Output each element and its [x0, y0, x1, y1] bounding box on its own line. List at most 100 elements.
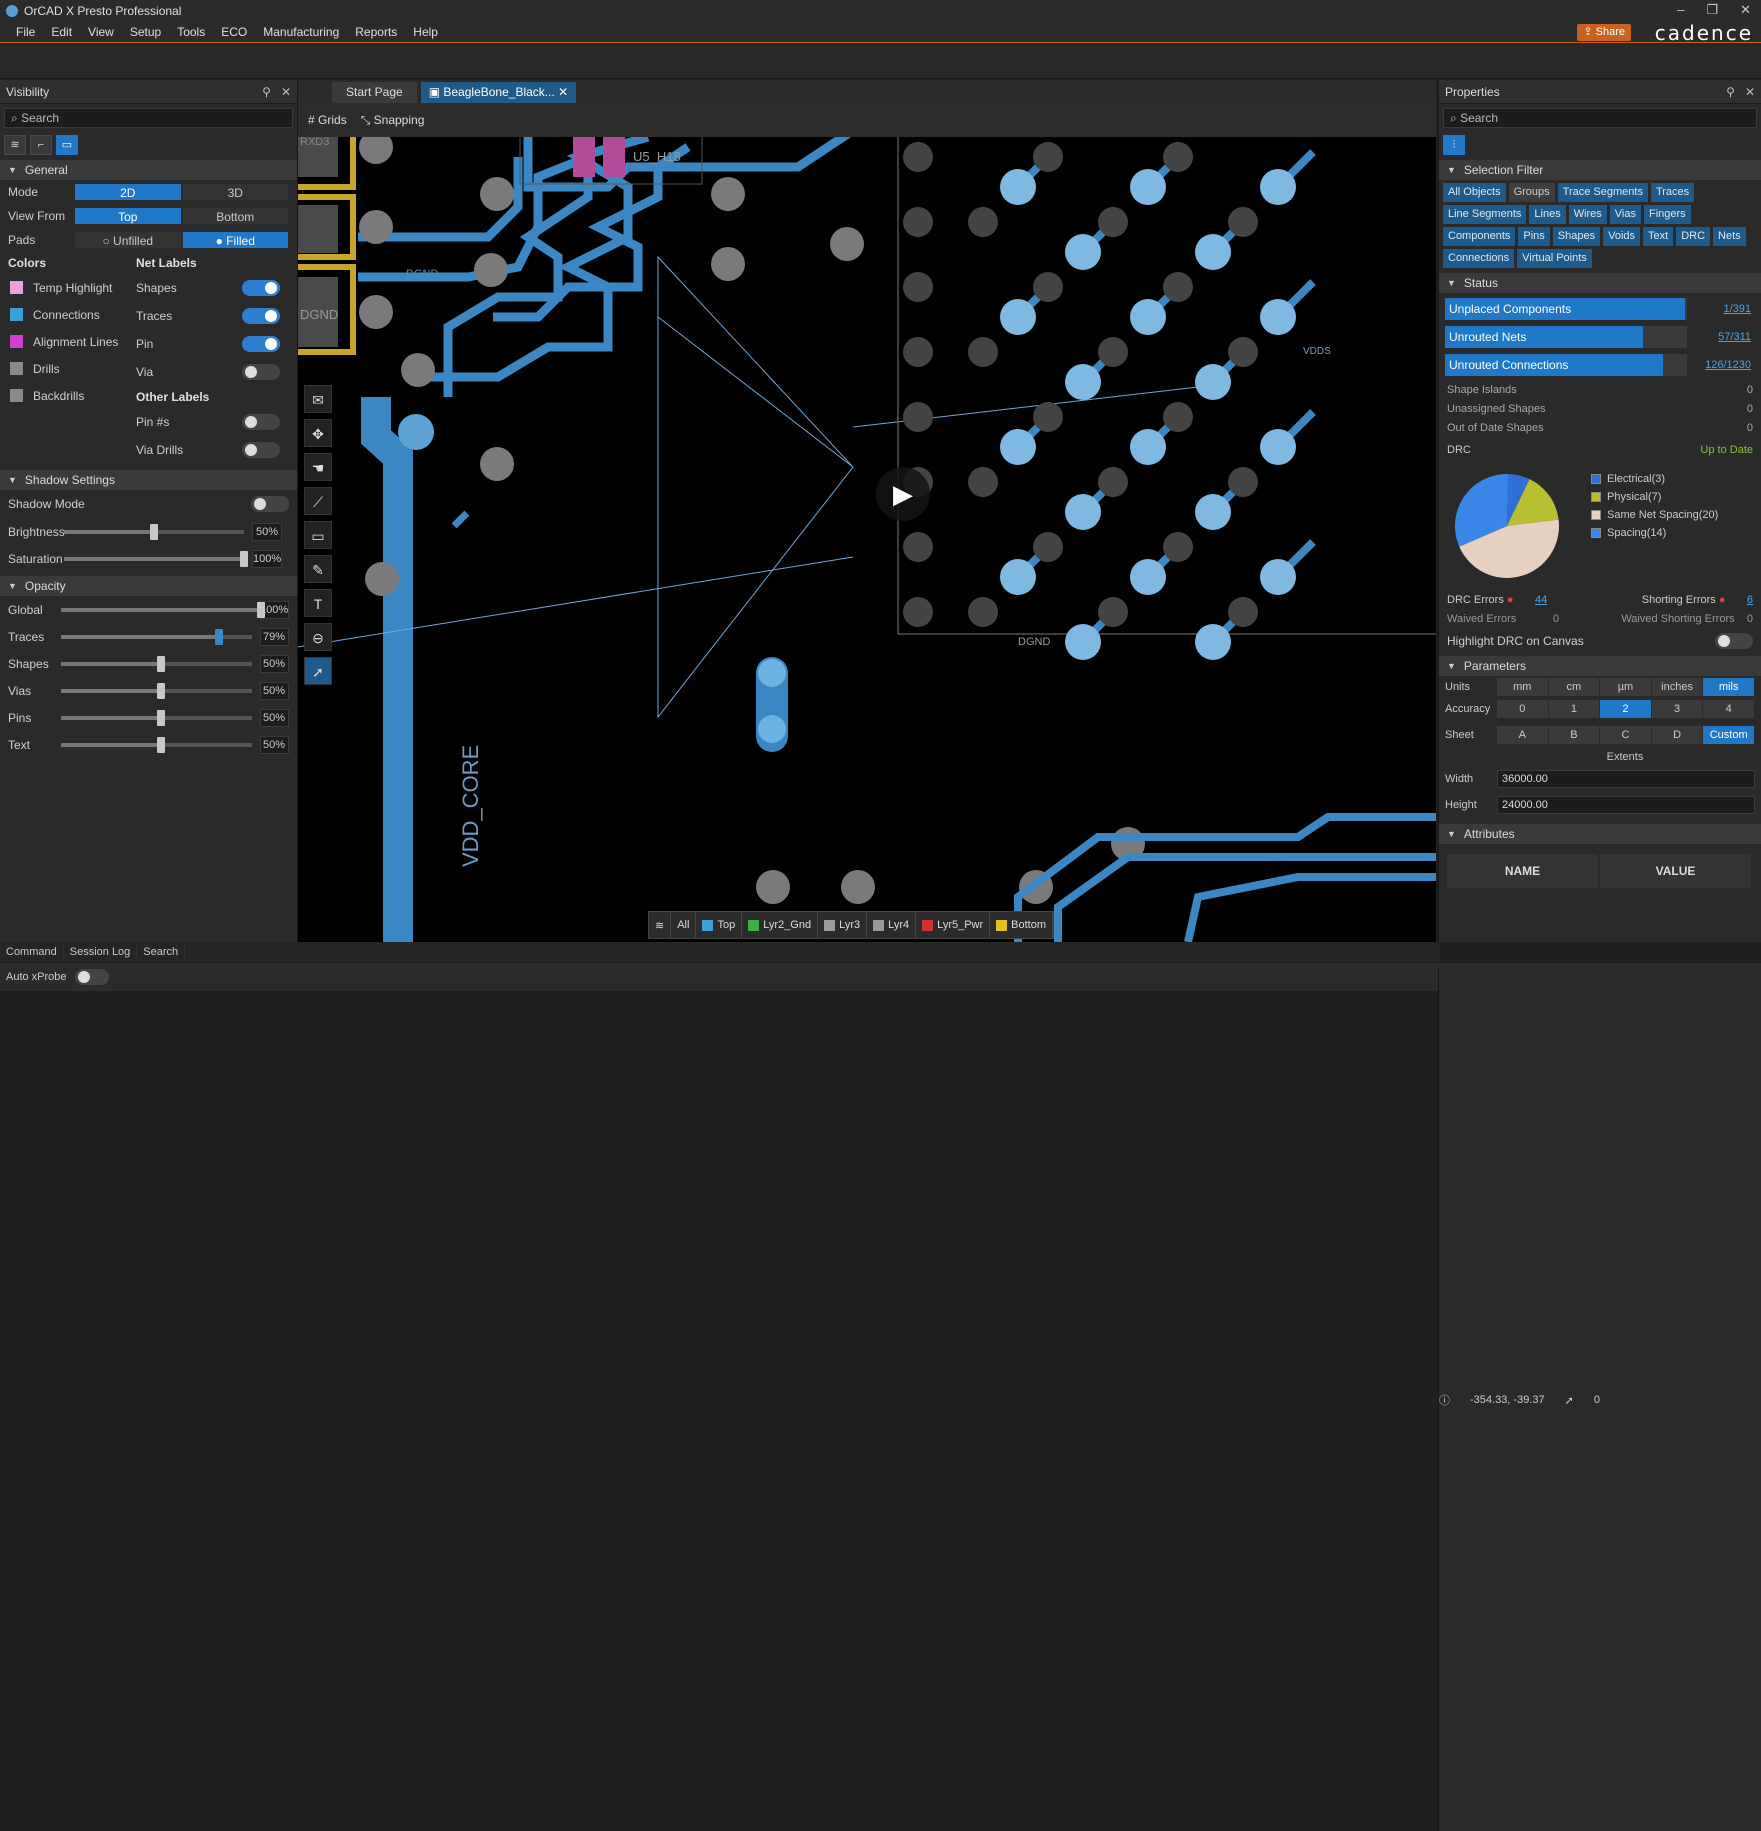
slider-value[interactable]: 50%	[252, 522, 282, 541]
text-tool-icon[interactable]: T	[304, 589, 332, 617]
slider-thumb[interactable]	[215, 628, 224, 645]
slider-thumb[interactable]	[157, 682, 166, 699]
layers-icon[interactable]: ≋	[4, 135, 26, 155]
layer-lyr4[interactable]: Lyr4	[867, 912, 917, 938]
filter-pins[interactable]: Pins	[1518, 227, 1550, 246]
pin-icon[interactable]: ⚲	[262, 85, 271, 99]
color-item[interactable]: Connections	[8, 301, 136, 328]
layer-lyr3[interactable]: Lyr3	[818, 912, 868, 938]
slider-thumb[interactable]	[157, 655, 166, 672]
share-button[interactable]: ⇪ Share	[1577, 24, 1631, 41]
other-label-toggle[interactable]	[242, 442, 280, 458]
status-section-header[interactable]: ▼ Status	[1439, 273, 1761, 293]
option-b[interactable]: B	[1548, 726, 1600, 744]
color-item[interactable]: Alignment Lines	[8, 328, 136, 355]
shadow-section-header[interactable]: ▼ Shadow Settings	[0, 470, 297, 490]
option-bottom[interactable]: Bottom	[181, 207, 289, 225]
width-input[interactable]: 36000.00	[1497, 770, 1755, 788]
selection-filter-header[interactable]: ▼ Selection Filter	[1439, 160, 1761, 180]
slider-track[interactable]	[61, 655, 253, 672]
menu-item-tools[interactable]: Tools	[169, 25, 213, 39]
slider-thumb[interactable]	[157, 736, 166, 753]
menu-item-eco[interactable]: ECO	[213, 25, 255, 39]
filter-line-segments[interactable]: Line Segments	[1443, 205, 1527, 224]
filter-shapes[interactable]: Shapes	[1552, 227, 1601, 246]
filter-settings-icon[interactable]: ⫶	[1443, 135, 1465, 155]
close-window-icon[interactable]: ✕	[1740, 2, 1751, 18]
filter-drc[interactable]: DRC	[1676, 227, 1711, 246]
option-4[interactable]: 4	[1703, 700, 1754, 718]
menu-item-edit[interactable]: Edit	[43, 25, 80, 39]
close-tab-icon[interactable]: ✕	[555, 85, 568, 99]
info-icon[interactable]: ⓘ	[1439, 1392, 1450, 1408]
filter-lines[interactable]: Lines	[1529, 205, 1566, 224]
highlight-drc-toggle[interactable]	[1715, 633, 1753, 649]
slider-track[interactable]	[61, 682, 253, 699]
edit-icon[interactable]: ✎	[304, 555, 332, 583]
close-panel-icon[interactable]: ✕	[1745, 85, 1755, 99]
parameters-section-header[interactable]: ▼ Parameters	[1439, 656, 1761, 676]
option-2[interactable]: 2	[1600, 700, 1651, 718]
status-link[interactable]: 1/391	[1687, 303, 1755, 315]
menu-item-manufacturing[interactable]: Manufacturing	[255, 25, 347, 39]
option-a[interactable]: A	[1497, 726, 1548, 744]
radio-filled[interactable]: ● Filled	[181, 231, 289, 249]
slider-value[interactable]: 50%	[260, 708, 289, 727]
menu-item-view[interactable]: View	[80, 25, 122, 39]
filter-virtual-points[interactable]: Virtual Points	[1517, 249, 1592, 268]
net-label-toggle[interactable]	[242, 308, 280, 324]
layer-lyr2_gnd[interactable]: Lyr2_Gnd	[742, 912, 819, 938]
attributes-section-header[interactable]: ▼ Attributes	[1439, 824, 1761, 844]
bottom-tab-search[interactable]: Search	[137, 946, 186, 958]
filter-trace-segments[interactable]: Trace Segments	[1557, 183, 1648, 202]
height-input[interactable]: 24000.00	[1497, 796, 1755, 814]
option-mils[interactable]: mils	[1703, 678, 1754, 696]
slider-track[interactable]	[64, 523, 244, 540]
filter-voids[interactable]: Voids	[1603, 227, 1641, 246]
move-icon[interactable]: ✥	[304, 419, 332, 447]
zoom-icon[interactable]: ⊖	[304, 623, 332, 651]
option-inches[interactable]: inches	[1651, 678, 1703, 696]
option-3d[interactable]: 3D	[181, 183, 289, 201]
drc-errors-link[interactable]: 44	[1535, 594, 1547, 606]
slider-thumb[interactable]	[257, 601, 266, 618]
layers-stack-icon[interactable]: ≋	[649, 912, 672, 938]
slider-value[interactable]: 50%	[260, 681, 289, 700]
other-label-toggle[interactable]	[242, 414, 280, 430]
layer-bottom[interactable]: Bottom	[990, 912, 1054, 938]
menu-item-reports[interactable]: Reports	[347, 25, 405, 39]
pcb-canvas[interactable]: U5_H18 RXD3 DGND DGND DGND VDD_CORE VDDS	[298, 137, 1436, 942]
place-icon[interactable]: ▭	[304, 521, 332, 549]
color-swatch[interactable]	[10, 335, 23, 348]
hand-icon[interactable]: ☚	[304, 453, 332, 481]
filter-text[interactable]: Text	[1643, 227, 1674, 246]
option-1[interactable]: 1	[1548, 700, 1600, 718]
shadow-mode-toggle[interactable]	[251, 496, 289, 512]
shorting-errors-link[interactable]: 6	[1747, 594, 1753, 606]
layer-lyr5_pwr[interactable]: Lyr5_Pwr	[916, 912, 991, 938]
layer-all[interactable]: All	[671, 912, 697, 938]
slider-value[interactable]: 79%	[260, 627, 289, 646]
slider-thumb[interactable]	[240, 550, 248, 567]
option-custom[interactable]: Custom	[1703, 726, 1754, 744]
tab-start-page[interactable]: Start Page	[332, 82, 417, 103]
menu-item-help[interactable]: Help	[405, 25, 446, 39]
filter-all-objects[interactable]: All Objects	[1443, 183, 1506, 202]
menu-item-setup[interactable]: Setup	[122, 25, 169, 39]
route-icon[interactable]: ⌐	[30, 135, 52, 155]
color-swatch[interactable]	[10, 281, 23, 294]
menu-item-file[interactable]: File	[8, 25, 43, 39]
comment-icon[interactable]: ✉	[304, 385, 332, 413]
filter-wires[interactable]: Wires	[1568, 205, 1607, 224]
option-0[interactable]: 0	[1497, 700, 1548, 718]
route-tool-icon[interactable]: ⟋	[304, 487, 332, 515]
net-label-toggle[interactable]	[242, 280, 280, 296]
minimize-icon[interactable]: –	[1677, 2, 1684, 18]
slider-value[interactable]: 50%	[260, 654, 289, 673]
visibility-search-input[interactable]: ⌕ Search	[4, 108, 293, 128]
bottom-tab-session-log[interactable]: Session Log	[64, 946, 138, 958]
restore-icon[interactable]: ❐	[1706, 2, 1718, 18]
select-icon[interactable]: ➚	[304, 657, 332, 685]
status-link[interactable]: 126/1230	[1687, 359, 1755, 371]
net-label-toggle[interactable]	[242, 336, 280, 352]
